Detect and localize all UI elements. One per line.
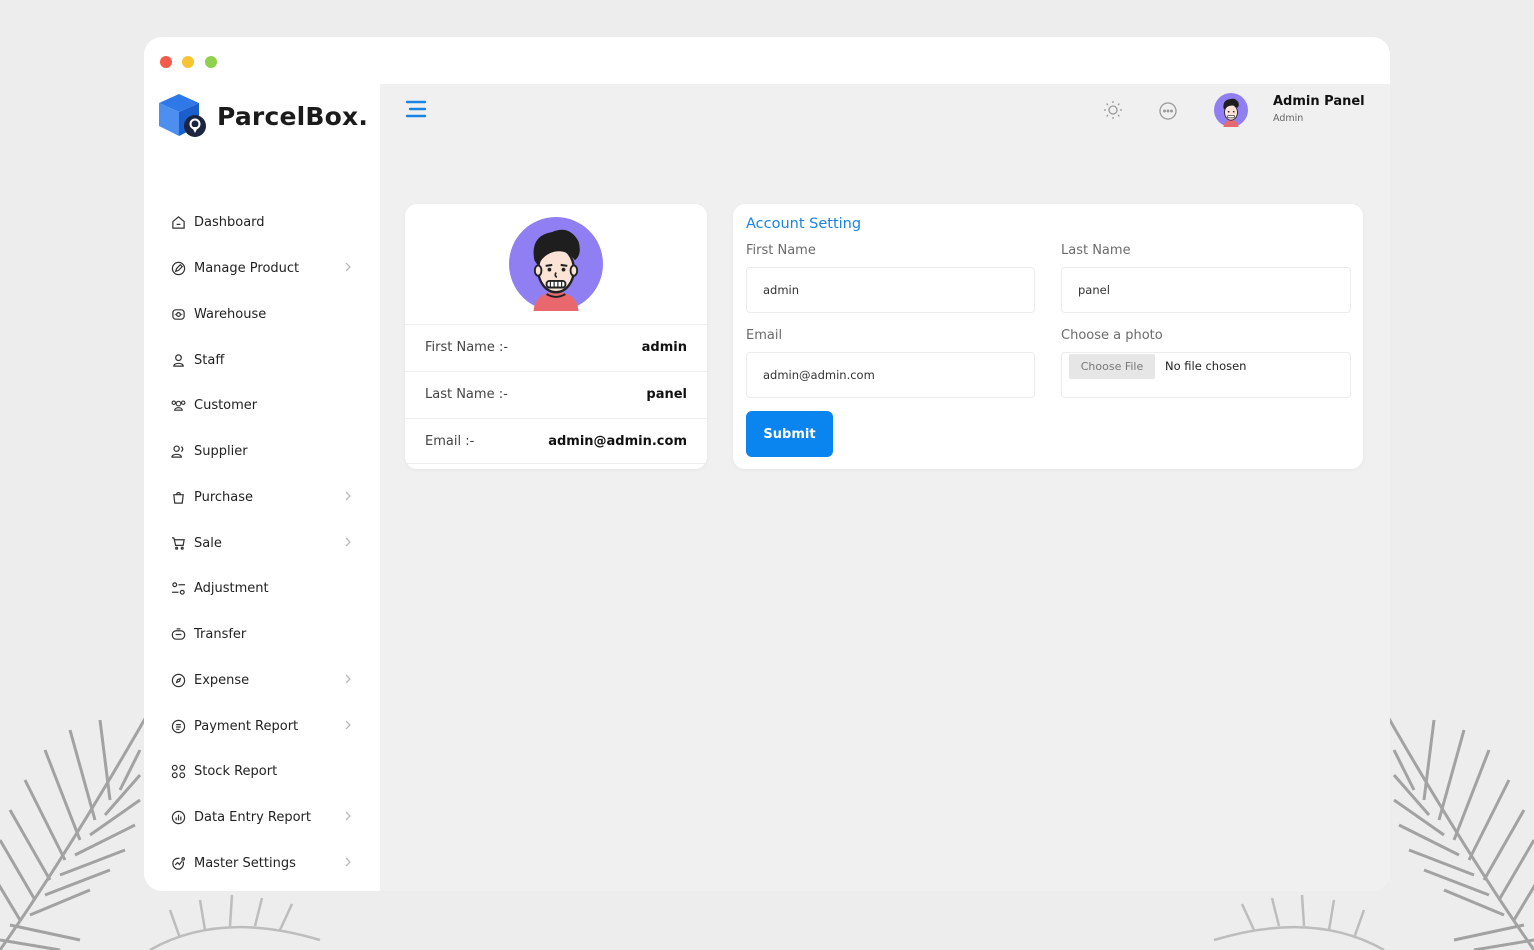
sidebar-item-manage-product[interactable]: Manage Product — [170, 253, 360, 283]
profile-email-row: Email :- admin@admin.com — [405, 418, 707, 464]
sidebar-item-adjustment[interactable]: Adjustment — [170, 573, 360, 603]
first-name-value: admin — [641, 340, 687, 355]
sidebar-item-label: Purchase — [194, 489, 254, 505]
edit-icon — [170, 260, 186, 276]
user-plus-icon — [170, 443, 186, 459]
chevron-right-icon — [345, 674, 351, 684]
profile-avatar — [509, 217, 603, 311]
sidebar-item-label: Expense — [194, 672, 250, 688]
sidebar-item-supplier[interactable]: Supplier — [170, 436, 360, 466]
sidebar-item-dashboard[interactable]: Dashboard — [170, 207, 360, 237]
settings-icon — [170, 855, 186, 871]
receipt-icon — [170, 718, 186, 734]
last-name-field-label: Last Name — [1061, 243, 1131, 258]
profile-name[interactable]: Admin Panel — [1273, 94, 1365, 109]
sidebar-item-label: Master Settings — [194, 855, 296, 871]
warehouse-icon — [170, 306, 186, 322]
sidebar-item-label: Dashboard — [194, 214, 265, 230]
close-window-dot[interactable] — [160, 56, 172, 68]
choose-file-button[interactable]: Choose File — [1069, 354, 1155, 379]
avatar[interactable] — [1214, 93, 1248, 127]
account-setting-card: Account Setting First Name admin Last Na… — [733, 204, 1363, 469]
first-name-label: First Name :- — [425, 340, 509, 355]
user-icon — [170, 352, 186, 368]
window-titlebar — [144, 37, 1390, 84]
photo-field-label: Choose a photo — [1061, 328, 1163, 343]
no-file-text: No file chosen — [1165, 359, 1247, 373]
sidebar-item-customer[interactable]: Customer — [170, 390, 360, 420]
sidebar-item-label: Transfer — [194, 626, 247, 642]
sidebar-item-sale[interactable]: Sale — [170, 528, 360, 558]
minimize-window-dot[interactable] — [182, 56, 194, 68]
profile-last-name-row: Last Name :- panel — [405, 371, 707, 417]
chat-icon[interactable] — [1158, 101, 1178, 121]
sidebar-item-purchase[interactable]: Purchase — [170, 482, 360, 512]
profile-role: Admin — [1273, 113, 1304, 124]
last-name-field[interactable]: panel — [1061, 267, 1351, 313]
email-label: Email :- — [425, 433, 475, 449]
chevron-right-icon — [345, 857, 351, 867]
sun-icon[interactable] — [1103, 100, 1123, 120]
sidebar-item-label: Payment Report — [194, 718, 299, 734]
brand[interactable]: ParcelBox. — [157, 92, 368, 140]
email-field-label: Email — [746, 328, 783, 343]
main-content: Admin Panel Admin First Name :- admin La… — [380, 84, 1390, 891]
sidebar-item-label: Manage Product — [194, 260, 300, 276]
sidebar-item-stock-report[interactable]: Stock Report — [170, 756, 360, 786]
sidebar-item-label: Supplier — [194, 443, 248, 459]
first-name-field[interactable]: admin — [746, 267, 1035, 313]
account-setting-title: Account Setting — [746, 216, 862, 232]
bag-icon — [170, 489, 186, 505]
chevron-right-icon — [345, 720, 351, 730]
last-name-label: Last Name :- — [425, 387, 508, 402]
sidebar-item-label: Adjustment — [194, 580, 269, 596]
brand-name: ParcelBox. — [217, 101, 369, 131]
compass-icon — [170, 672, 186, 688]
profile-first-name-row: First Name :- admin — [405, 324, 707, 370]
sidebar-item-label: Warehouse — [194, 306, 267, 322]
email-value: admin@admin.com — [548, 433, 687, 449]
profile-card: First Name :- admin Last Name :- panel E… — [405, 204, 707, 469]
first-name-field-label: First Name — [746, 243, 816, 258]
chart-icon — [170, 809, 186, 825]
cart-icon — [170, 535, 186, 551]
chevron-right-icon — [345, 811, 351, 821]
sidebar-item-label: Customer — [194, 397, 258, 413]
parcelbox-logo-icon — [159, 94, 206, 137]
app-window: ParcelBox. Dashboard Manage Product Ware… — [144, 37, 1390, 891]
sidebar-item-data-entry-report[interactable]: Data Entry Report — [170, 802, 360, 832]
sliders-icon — [170, 580, 186, 596]
last-name-value: panel — [646, 387, 687, 402]
home-icon — [170, 214, 186, 230]
chevron-right-icon — [345, 491, 351, 501]
sidebar-item-staff[interactable]: Staff — [170, 345, 360, 375]
email-field[interactable]: admin@admin.com — [746, 352, 1035, 398]
sidebar-item-label: Sale — [194, 535, 222, 551]
sidebar-item-master-settings[interactable]: Master Settings — [170, 848, 360, 878]
sidebar-item-expense[interactable]: Expense — [170, 665, 360, 695]
sidebar-item-transfer[interactable]: Transfer — [170, 619, 360, 649]
grid-icon — [170, 763, 186, 779]
sidebar-item-payment-report[interactable]: Payment Report — [170, 711, 360, 741]
sidebar: ParcelBox. Dashboard Manage Product Ware… — [144, 84, 380, 891]
photo-file-input[interactable]: Choose File No file chosen — [1061, 352, 1351, 398]
users-icon — [170, 397, 186, 413]
submit-button[interactable]: Submit — [746, 411, 833, 457]
chevron-right-icon — [345, 262, 351, 272]
hamburger-icon[interactable] — [405, 100, 427, 118]
transfer-icon — [170, 626, 186, 642]
maximize-window-dot[interactable] — [205, 56, 217, 68]
sidebar-item-label: Staff — [194, 352, 225, 368]
sidebar-item-label: Data Entry Report — [194, 809, 311, 825]
sidebar-item-label: Stock Report — [194, 763, 278, 779]
sidebar-item-warehouse[interactable]: Warehouse — [170, 299, 360, 329]
chevron-right-icon — [345, 537, 351, 547]
